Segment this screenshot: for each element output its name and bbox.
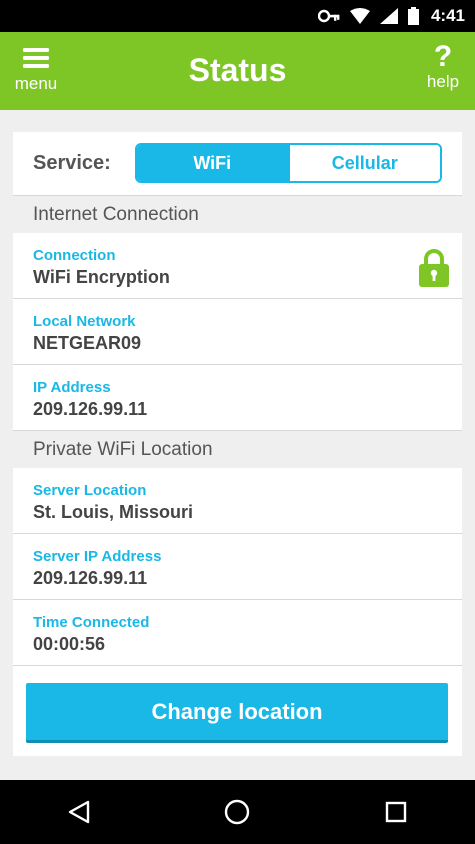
home-button[interactable]	[207, 787, 267, 837]
info-value: 209.126.99.11	[33, 568, 148, 588]
info-label: Server Location	[33, 482, 147, 499]
change-location-button[interactable]: Change location	[26, 683, 448, 743]
service-option-wifi[interactable]: WiFi	[137, 145, 288, 181]
help-icon: ?	[433, 40, 453, 73]
info-row-connection: Connection WiFi Encryption	[13, 233, 462, 299]
home-circle-icon	[225, 799, 250, 825]
system-nav-bar	[0, 780, 475, 844]
info-value: 00:00:56	[33, 634, 106, 654]
battery-icon	[407, 7, 419, 25]
help-label: help	[426, 72, 460, 91]
info-label: IP Address	[33, 379, 111, 396]
info-value: WiFi Encryption	[33, 267, 170, 287]
cell-signal-icon	[379, 8, 398, 24]
info-row-ip-address: IP Address 209.126.99.11	[13, 365, 462, 431]
app-bar: menu Status ? help	[0, 32, 475, 110]
info-row-time-connected: Time Connected 00:00:56	[13, 600, 462, 666]
info-label: Time Connected	[33, 614, 150, 631]
back-triangle-icon	[68, 800, 90, 824]
wifi-signal-icon	[349, 8, 370, 24]
help-button[interactable]: ? help	[423, 42, 463, 98]
page-title: Status	[188, 52, 287, 88]
action-area: Change location	[13, 666, 462, 756]
service-selector: Service: WiFi Cellular	[13, 132, 462, 196]
info-label: Server IP Address	[33, 548, 162, 565]
section-header-private-wifi-location: Private WiFi Location	[13, 431, 462, 468]
info-label: Connection	[33, 247, 116, 264]
recents-button[interactable]	[366, 787, 426, 837]
info-row-server-ip-address: Server IP Address 209.126.99.11	[13, 534, 462, 600]
info-row-server-location: Server Location St. Louis, Missouri	[13, 468, 462, 534]
service-label: Service:	[33, 152, 111, 174]
info-row-local-network: Local Network NETGEAR09	[13, 299, 462, 365]
status-content: Service: WiFi Cellular Internet Connecti…	[13, 132, 462, 756]
section-header-internet-connection: Internet Connection	[13, 196, 462, 233]
clock: 4:41	[430, 6, 465, 25]
key-icon	[317, 9, 340, 23]
info-value: NETGEAR09	[33, 333, 142, 353]
lock-icon	[419, 249, 449, 287]
status-bar: 4:41	[0, 0, 475, 32]
info-value: St. Louis, Missouri	[33, 502, 194, 522]
service-segmented-control: WiFi Cellular	[135, 143, 442, 183]
back-button[interactable]	[49, 787, 109, 837]
info-label: Local Network	[33, 313, 136, 330]
service-option-cellular[interactable]: Cellular	[287, 145, 440, 181]
info-value: 209.126.99.11	[33, 399, 148, 419]
recents-square-icon	[385, 801, 407, 823]
